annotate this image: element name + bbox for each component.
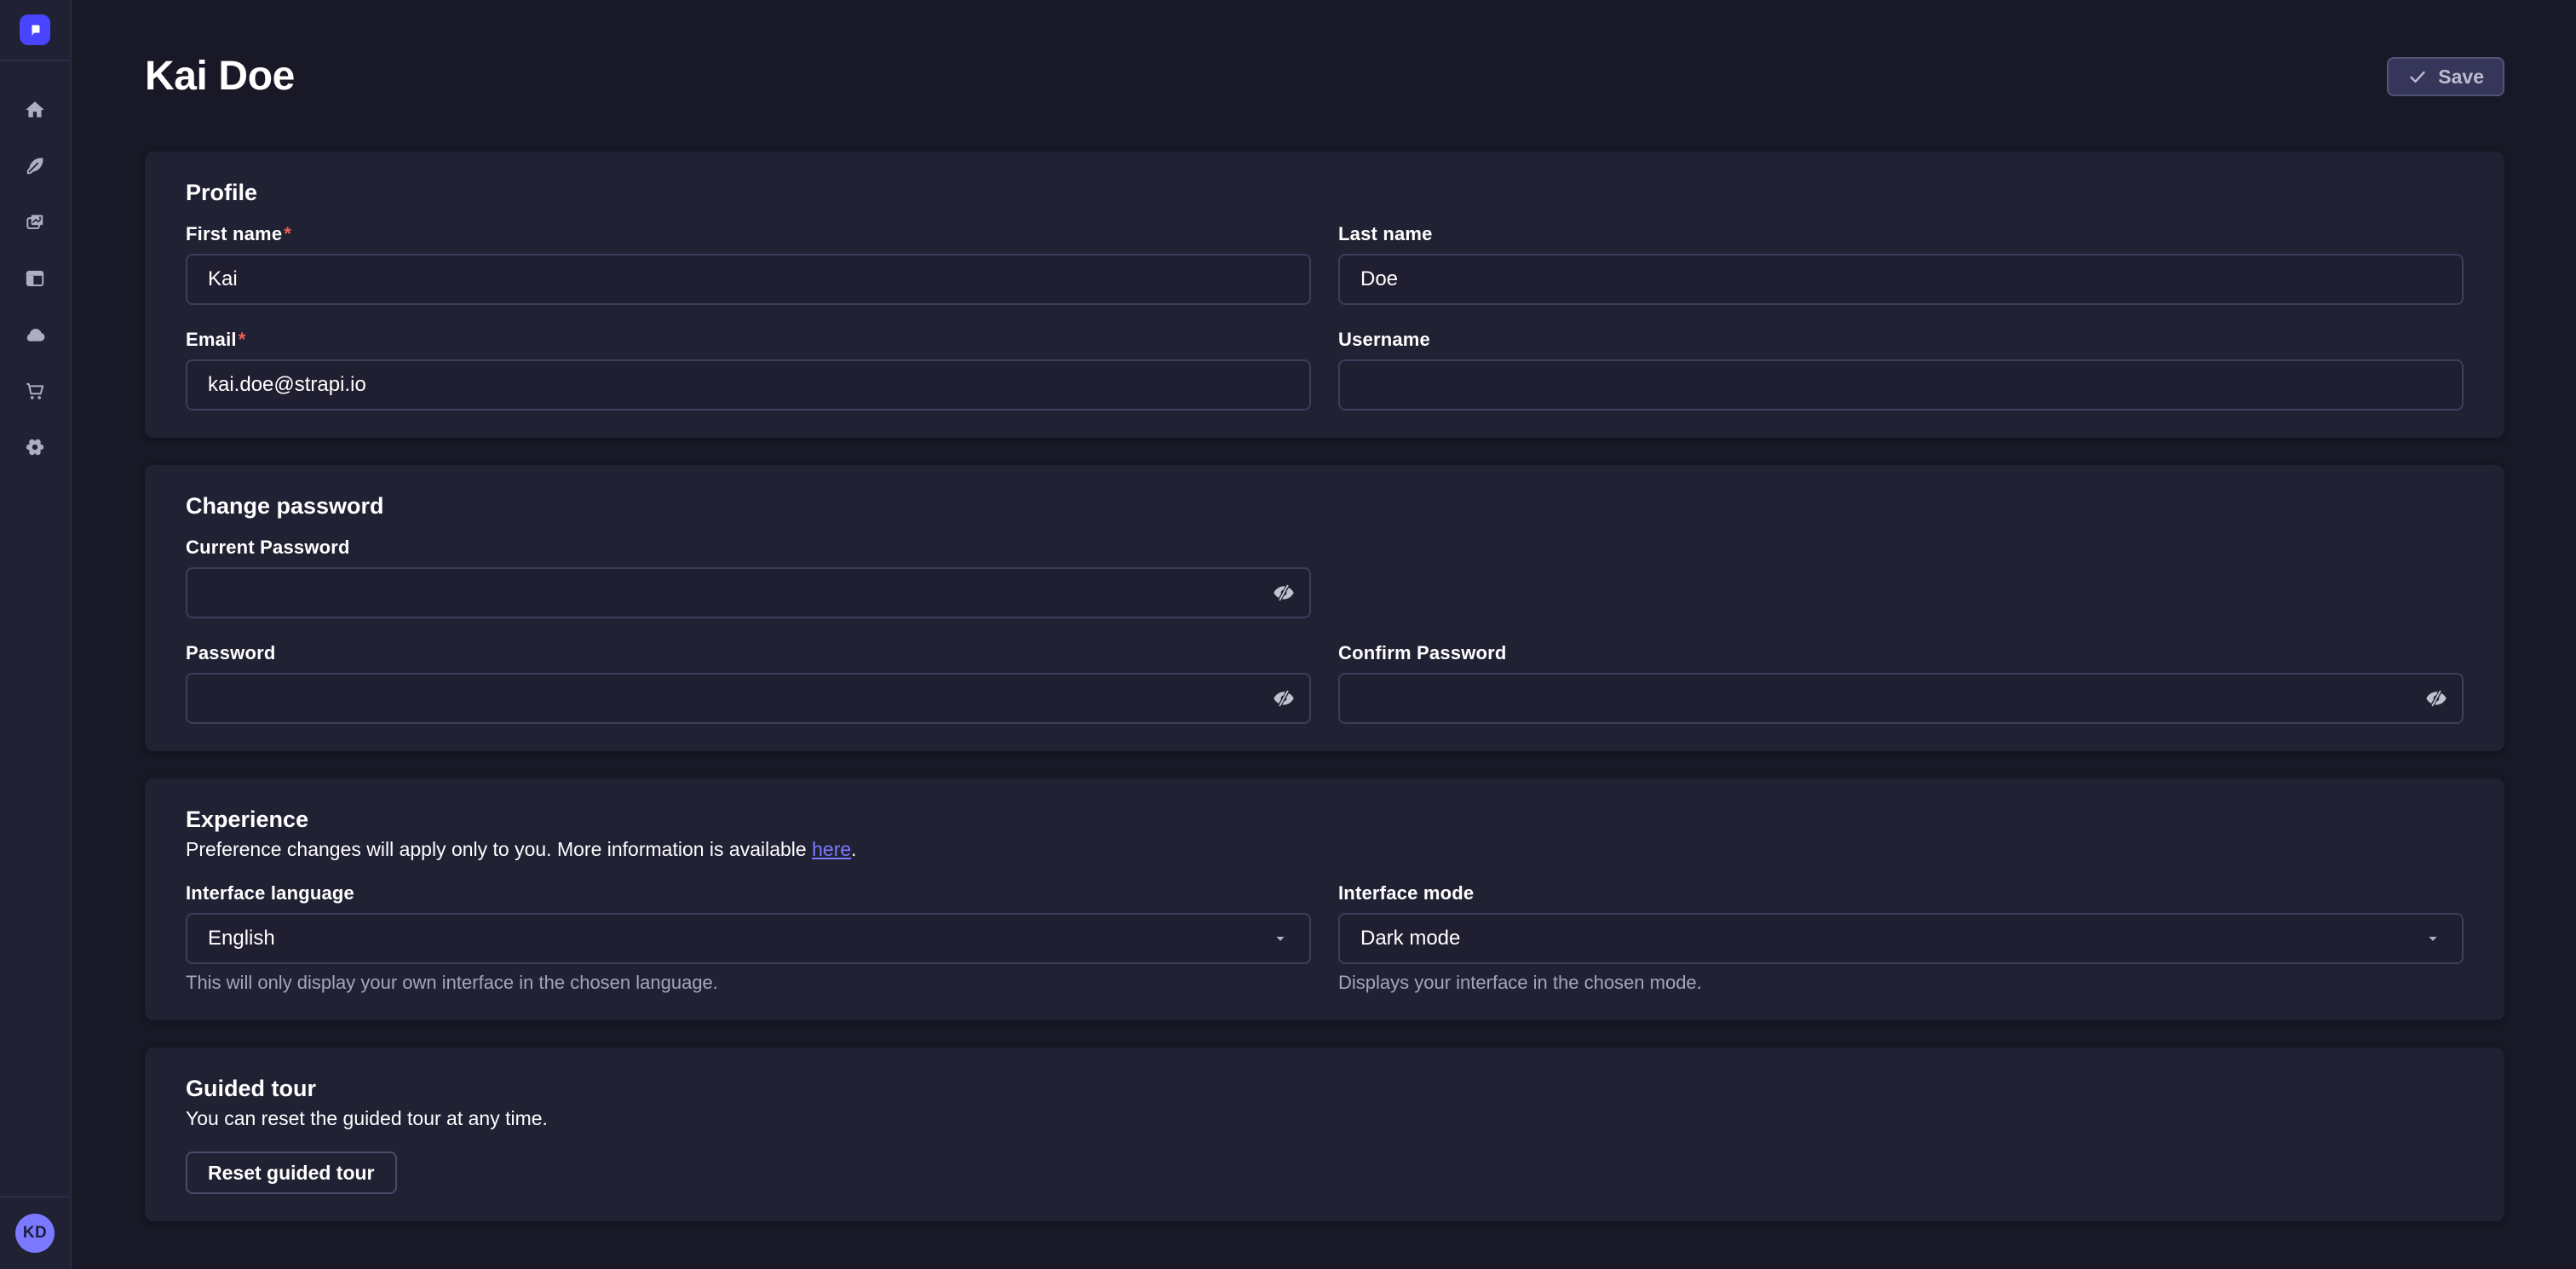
confirm-password-field-group: Confirm Password — [1338, 642, 2464, 724]
interface-mode-label: Interface mode — [1338, 882, 2464, 904]
username-field-group: Username — [1338, 329, 2464, 411]
sidebar-item-cloud[interactable] — [0, 307, 70, 363]
home-icon — [24, 99, 46, 121]
user-avatar[interactable]: KD — [15, 1214, 55, 1253]
guided-tour-card: Guided tour You can reset the guided tou… — [145, 1048, 2504, 1221]
experience-description: Preference changes will apply only to yo… — [186, 838, 2464, 860]
change-password-heading: Change password — [186, 492, 2464, 520]
interface-mode-select[interactable]: Dark mode — [1338, 913, 2464, 964]
interface-language-label: Interface language — [186, 882, 1311, 904]
sidebar: KD — [0, 0, 72, 1269]
change-password-card: Change password Current Password — [145, 465, 2504, 751]
profile-card-heading: Profile — [186, 179, 2464, 206]
gear-icon — [23, 435, 47, 459]
email-label-text: Email — [186, 329, 237, 350]
reset-guided-tour-button[interactable]: Reset guided tour — [186, 1151, 397, 1194]
profile-field-grid: First name* Last name Email* Username — [186, 223, 2464, 411]
sidebar-item-home[interactable] — [0, 82, 70, 138]
layout-icon — [24, 267, 46, 290]
email-field-group: Email* — [186, 329, 1311, 411]
email-input[interactable] — [186, 359, 1311, 411]
check-icon — [2407, 66, 2428, 87]
page-title: Kai Doe — [145, 53, 295, 100]
new-password-field-group: Password — [186, 642, 1311, 724]
new-password-label: Password — [186, 642, 1311, 664]
required-marker: * — [239, 329, 246, 350]
username-label-text: Username — [1338, 329, 1430, 350]
current-password-field-group: Current Password — [186, 537, 1311, 618]
first-name-input[interactable] — [186, 254, 1311, 305]
toggle-password-visibility-button[interactable] — [1263, 572, 1304, 613]
current-password-input[interactable] — [186, 567, 1311, 618]
interface-mode-value: Dark mode — [1360, 927, 1460, 950]
eye-off-icon — [2424, 686, 2448, 710]
interface-mode-field-group: Interface mode Dark mode Displays your i… — [1338, 882, 2464, 993]
cart-icon — [24, 380, 46, 402]
sidebar-nav — [0, 82, 70, 475]
current-password-label: Current Password — [186, 537, 1311, 559]
profile-card: Profile First name* Last name Email* — [145, 152, 2504, 438]
experience-description-period: . — [851, 838, 856, 860]
toggle-password-visibility-button[interactable] — [2416, 678, 2457, 719]
experience-description-text: Preference changes will apply only to yo… — [186, 838, 812, 860]
media-library-icon — [24, 211, 46, 233]
cloud-icon — [23, 323, 47, 347]
last-name-field-group: Last name — [1338, 223, 2464, 305]
more-information-link[interactable]: here — [812, 838, 851, 860]
confirm-password-input[interactable] — [1338, 673, 2464, 724]
interface-language-value: English — [208, 927, 275, 950]
chevron-down-icon — [1272, 930, 1289, 947]
sidebar-item-settings[interactable] — [0, 419, 70, 475]
save-button[interactable]: Save — [2387, 57, 2504, 96]
username-input[interactable] — [1338, 359, 2464, 411]
main-content: Kai Doe Save Profile First name* Las — [72, 0, 2576, 1269]
password-field-grid: Current Password — [186, 537, 2464, 724]
page-body: Profile First name* Last name Email* — [72, 100, 2576, 1221]
email-label: Email* — [186, 329, 1311, 351]
sidebar-item-content-builder[interactable] — [0, 138, 70, 194]
logo-section — [0, 0, 70, 61]
first-name-label-text: First name — [186, 223, 282, 244]
last-name-label: Last name — [1338, 223, 2464, 245]
interface-language-select[interactable]: English — [186, 913, 1311, 964]
first-name-label: First name* — [186, 223, 1311, 245]
chevron-down-icon — [2424, 930, 2441, 947]
first-name-field-group: First name* — [186, 223, 1311, 305]
sidebar-item-marketplace[interactable] — [0, 363, 70, 419]
sidebar-footer: KD — [0, 1196, 70, 1269]
last-name-input[interactable] — [1338, 254, 2464, 305]
experience-field-grid: Interface language English This will onl… — [186, 882, 2464, 993]
experience-heading: Experience — [186, 806, 2464, 833]
toggle-password-visibility-button[interactable] — [1263, 678, 1304, 719]
sidebar-item-content-manager[interactable] — [0, 250, 70, 307]
new-password-input[interactable] — [186, 673, 1311, 724]
required-marker: * — [284, 223, 291, 244]
eye-off-icon — [1272, 581, 1296, 605]
sidebar-item-media-library[interactable] — [0, 194, 70, 250]
interface-language-field-group: Interface language English This will onl… — [186, 882, 1311, 993]
guided-tour-heading: Guided tour — [186, 1075, 2464, 1102]
confirm-password-label: Confirm Password — [1338, 642, 2464, 664]
app-root: KD Kai Doe Save Profile First name* — [0, 0, 2576, 1269]
eye-off-icon — [1272, 686, 1296, 710]
last-name-label-text: Last name — [1338, 223, 1433, 244]
feather-icon — [24, 155, 46, 177]
strapi-logo-icon — [25, 20, 45, 40]
interface-language-hint: This will only display your own interfac… — [186, 973, 1311, 993]
username-label: Username — [1338, 329, 2464, 351]
strapi-logo[interactable] — [20, 14, 50, 45]
save-button-label: Save — [2438, 66, 2484, 89]
experience-card: Experience Preference changes will apply… — [145, 778, 2504, 1020]
page-header: Kai Doe Save — [72, 0, 2576, 100]
guided-tour-description: You can reset the guided tour at any tim… — [186, 1107, 2464, 1129]
interface-mode-hint: Displays your interface in the chosen mo… — [1338, 973, 2464, 993]
